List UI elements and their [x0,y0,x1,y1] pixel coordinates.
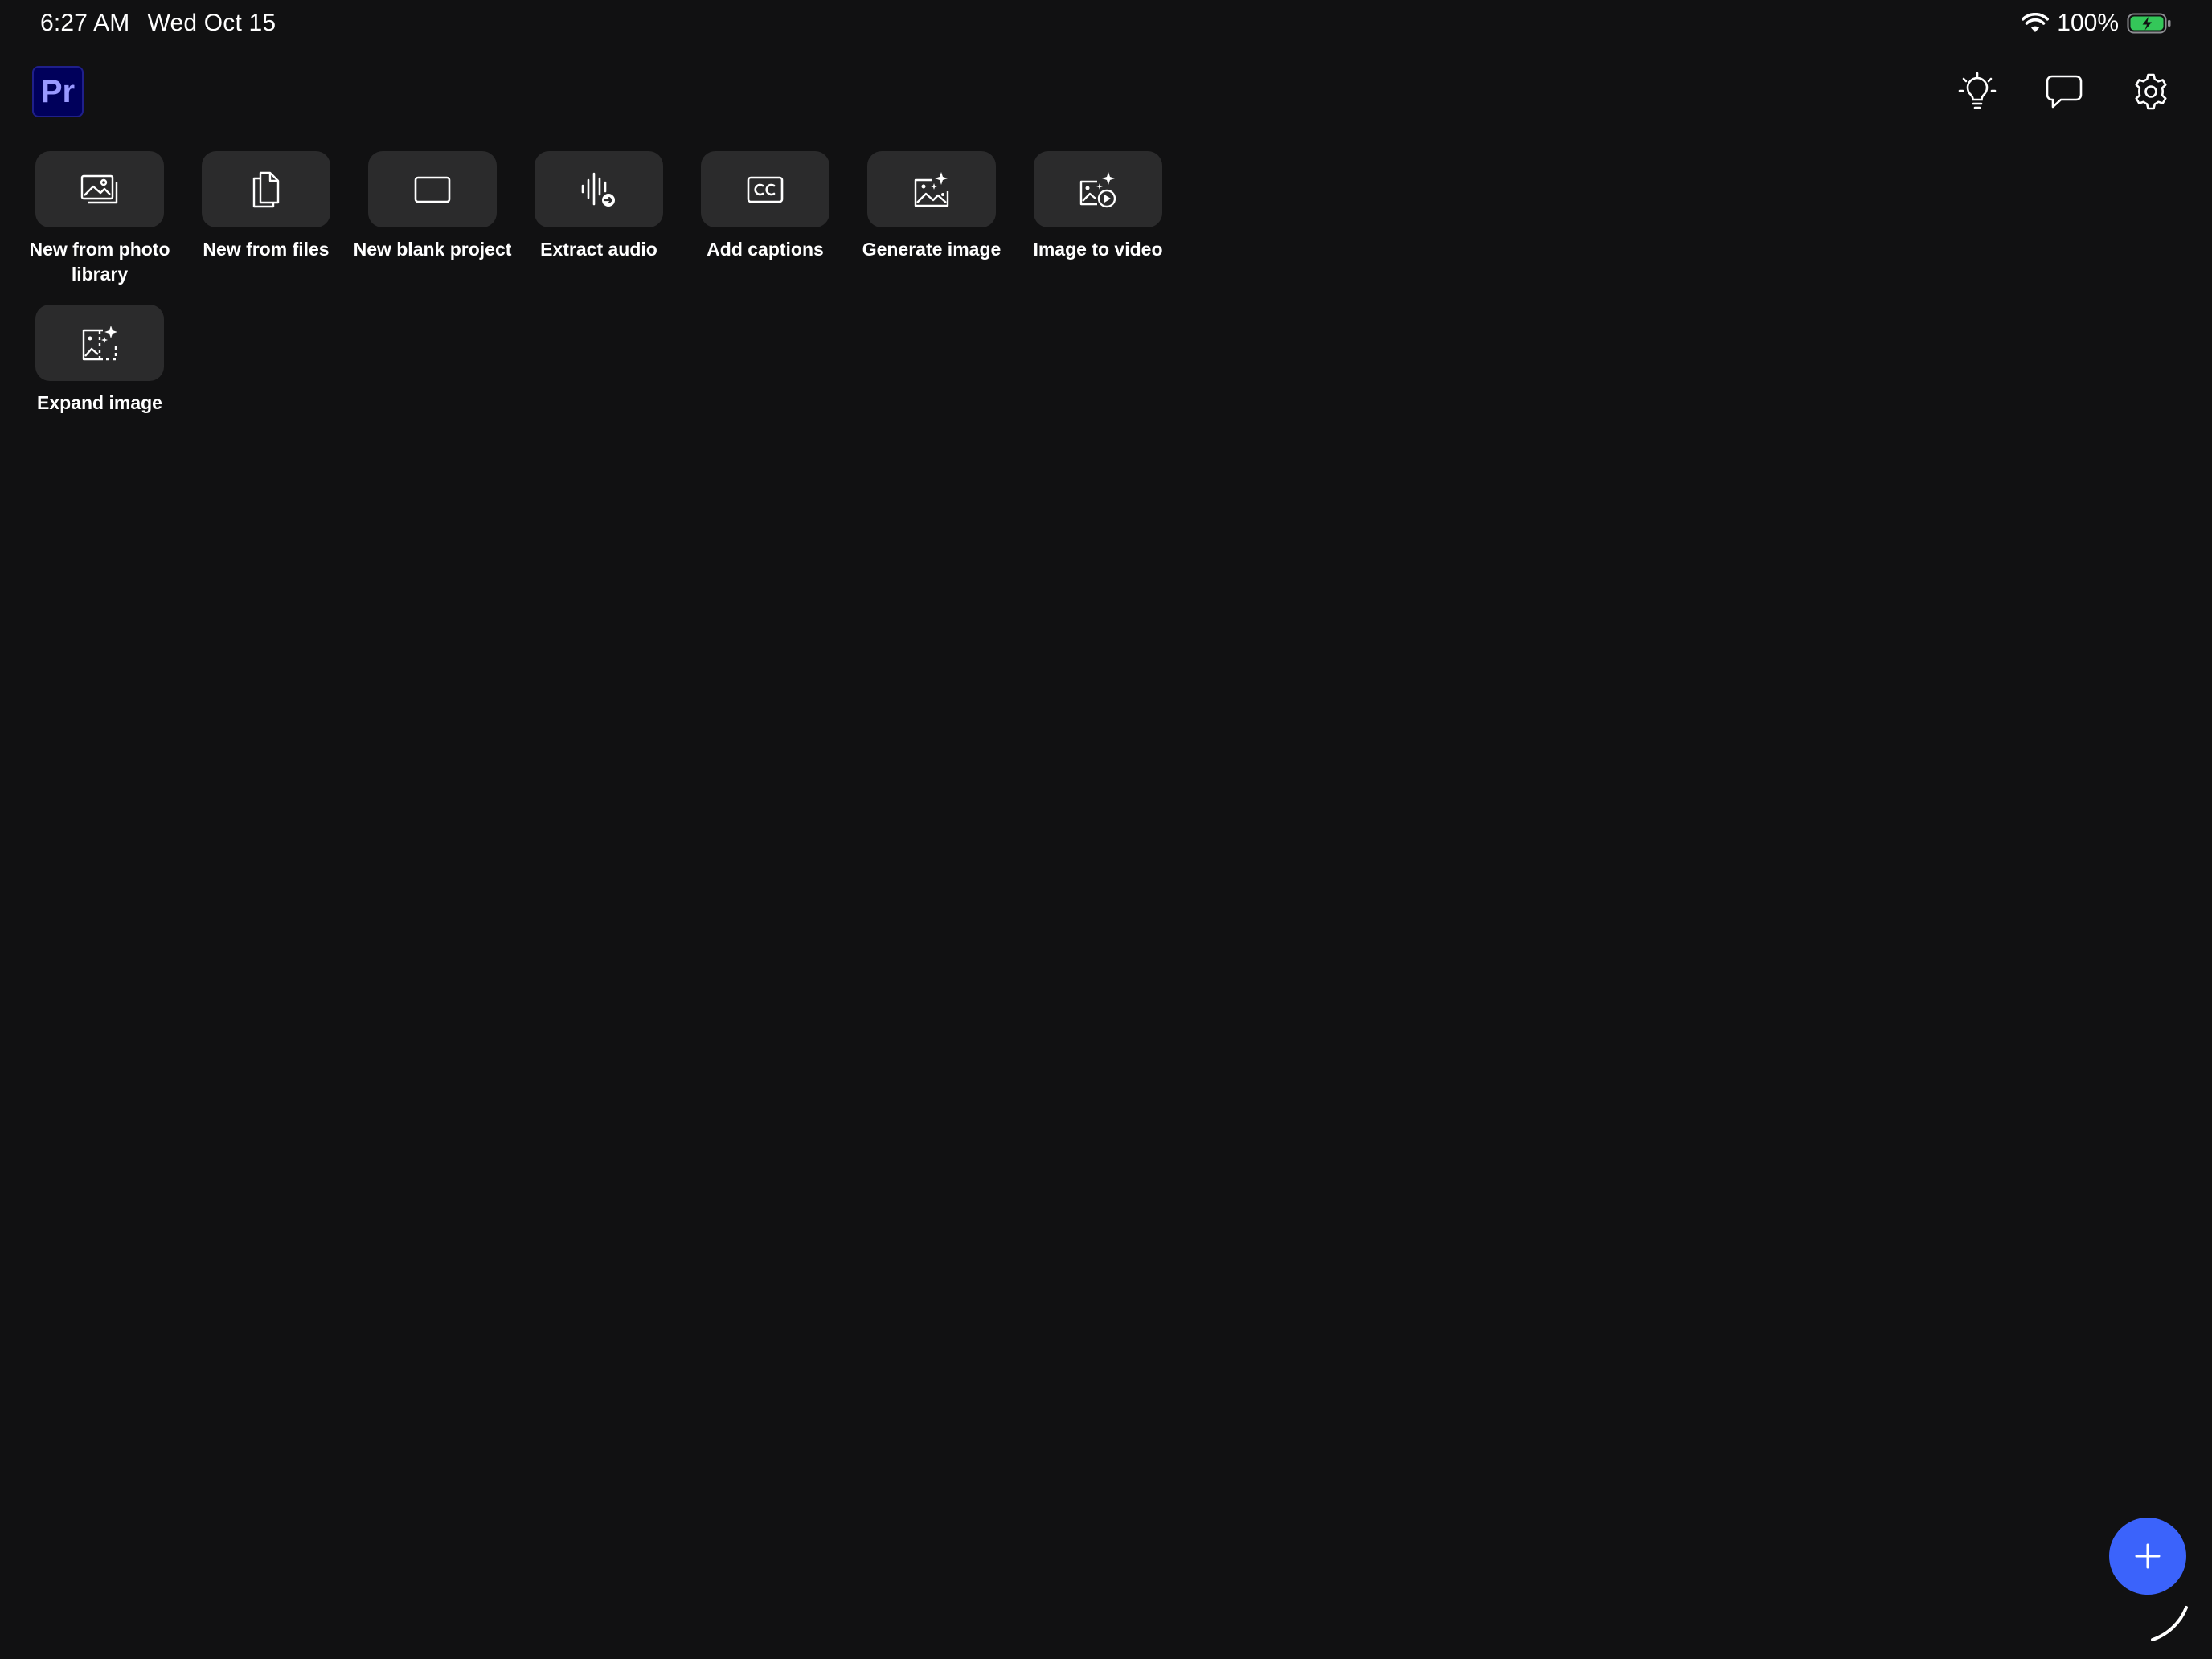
cc-icon [746,174,784,205]
action-label: Extract audio [540,239,657,260]
add-captions-button[interactable]: Add captions [701,151,830,287]
generate-image-icon [912,170,951,209]
lightbulb-icon [1958,72,1997,112]
action-button-bg[interactable] [701,151,830,227]
battery-charging-icon [2127,12,2172,35]
new-from-photo-library-button[interactable]: New from photo library [29,151,170,287]
gear-icon [2132,72,2170,111]
action-label: New from files [203,239,330,260]
chat-bubble-icon [2045,73,2083,110]
blank-rectangle-icon [413,174,452,205]
settings-button[interactable] [2127,68,2175,116]
status-date: Wed Oct 15 [147,10,276,36]
plus-icon [2133,1542,2162,1571]
quick-actions: New from photo library New from files Ne… [29,151,1209,416]
action-label: Expand image [37,392,162,413]
status-time: 6:27 AM [40,10,130,36]
status-left: 6:27 AM Wed Oct 15 [40,10,276,37]
action-button-bg[interactable] [35,151,164,227]
premiere-logo: Pr [32,66,84,117]
action-button-bg[interactable] [368,151,497,227]
image-to-video-button[interactable]: Image to video [1033,151,1163,287]
expand-image-icon [80,324,119,363]
action-label: Generate image [862,239,1002,260]
action-label: New from photo library [29,239,170,285]
files-icon [249,170,283,209]
action-button-bg[interactable] [202,151,330,227]
action-button-bg[interactable] [35,305,164,381]
corner-resize-handle[interactable] [2149,1603,2189,1643]
new-blank-project-button[interactable]: New blank project [354,151,511,287]
new-from-files-button[interactable]: New from files [202,151,330,287]
expand-image-button[interactable]: Expand image [35,305,164,416]
status-right: 100% [2022,10,2172,37]
action-label: Add captions [707,239,824,260]
photo-library-icon [80,174,120,206]
status-bar: 6:27 AM Wed Oct 15 100% [0,0,2212,53]
tips-button[interactable] [1953,68,2001,116]
battery-percent: 100% [2057,10,2119,36]
action-button-bg[interactable] [1034,151,1162,227]
action-button-bg[interactable] [535,151,663,227]
action-button-bg[interactable] [867,151,996,227]
feedback-button[interactable] [2040,68,2088,116]
wifi-icon [2022,13,2050,34]
action-label: Image to video [1033,239,1163,260]
create-new-fab[interactable] [2109,1518,2186,1595]
generate-image-button[interactable]: Generate image [862,151,1001,287]
header-actions [1953,68,2175,116]
logo-text: Pr [40,73,76,109]
extract-audio-button[interactable]: Extract audio [535,151,663,287]
image-to-video-icon [1078,170,1118,209]
action-label: New blank project [353,239,512,260]
extract-audio-icon [580,170,618,209]
